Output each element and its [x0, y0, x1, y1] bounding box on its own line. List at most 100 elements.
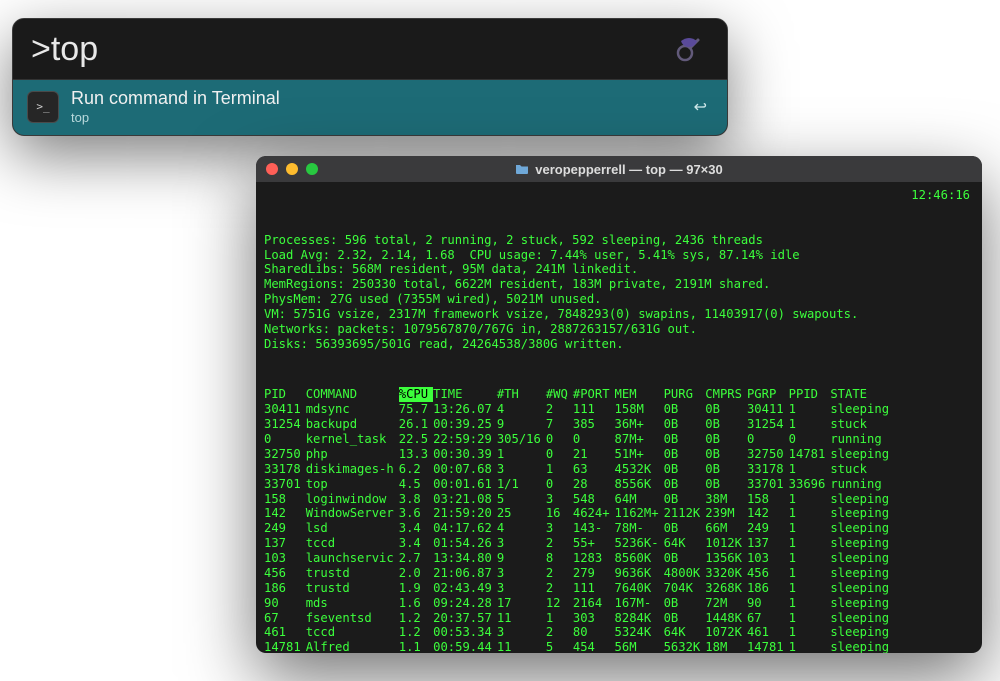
- table-cell: 03:21.08: [433, 492, 497, 507]
- table-cell: 1.9: [399, 581, 433, 596]
- column-header[interactable]: MEM: [615, 387, 664, 402]
- table-cell: 25: [497, 506, 546, 521]
- table-cell: 3: [497, 536, 546, 551]
- table-cell: 3268K: [705, 581, 747, 596]
- table-cell: 1: [789, 492, 831, 507]
- table-cell: 00:01.61: [433, 477, 497, 492]
- table-row: 137tccd3.401:54.263255+5236K-64K1012K137…: [264, 536, 894, 551]
- table-cell: 454: [573, 640, 615, 653]
- column-header[interactable]: PPID: [789, 387, 831, 402]
- top-summary-block: Processes: 596 total, 2 running, 2 stuck…: [264, 233, 974, 352]
- column-header[interactable]: %CPU: [399, 387, 433, 402]
- column-header[interactable]: PGRP: [747, 387, 789, 402]
- table-row: 32750php13.300:30.39102151M+0B0B32750147…: [264, 447, 894, 462]
- table-cell: 9: [497, 551, 546, 566]
- table-cell: 111: [573, 402, 615, 417]
- table-cell: 3: [497, 566, 546, 581]
- table-cell: 90: [747, 596, 789, 611]
- table-cell: 3: [546, 521, 573, 536]
- column-header[interactable]: TIME: [433, 387, 497, 402]
- table-cell: 7: [546, 417, 573, 432]
- table-cell: 1: [789, 625, 831, 640]
- table-cell: 00:07.68: [433, 462, 497, 477]
- top-summary-line: VM: 5751G vsize, 2317M framework vsize, …: [264, 307, 974, 322]
- table-cell: 5324K: [615, 625, 664, 640]
- table-cell: sleeping: [830, 506, 894, 521]
- table-cell: 0B: [664, 432, 706, 447]
- table-cell: 456: [264, 566, 306, 581]
- column-header[interactable]: #TH: [497, 387, 546, 402]
- column-header[interactable]: COMMAND: [306, 387, 399, 402]
- top-summary-line: Processes: 596 total, 2 running, 2 stuck…: [264, 233, 974, 248]
- table-cell: tccd: [306, 536, 399, 551]
- column-header[interactable]: #PORT: [573, 387, 615, 402]
- table-cell: 0B: [705, 462, 747, 477]
- table-cell: 20:37.57: [433, 611, 497, 626]
- table-cell: 63: [573, 462, 615, 477]
- table-row: 0kernel_task22.522:59:29305/160087M+0B0B…: [264, 432, 894, 447]
- table-cell: 11: [497, 611, 546, 626]
- table-row: 14781Alfred1.100:59.4411545456M5632K18M1…: [264, 640, 894, 653]
- launcher-search-row[interactable]: >top: [13, 19, 727, 80]
- table-row: 90mds1.609:24.2817122164167M-0B72M901sle…: [264, 596, 894, 611]
- table-cell: 11: [497, 640, 546, 653]
- column-header[interactable]: CMPRS: [705, 387, 747, 402]
- table-cell: 0B: [664, 611, 706, 626]
- close-button[interactable]: [266, 163, 278, 175]
- table-cell: sleeping: [830, 611, 894, 626]
- table-cell: 5: [497, 492, 546, 507]
- table-row: 186trustd1.902:43.49321117640K704K3268K1…: [264, 581, 894, 596]
- zoom-button[interactable]: [306, 163, 318, 175]
- table-row: 103launchservic2.713:34.809812838560K0B1…: [264, 551, 894, 566]
- table-cell: 4800K: [664, 566, 706, 581]
- table-cell: 3.8: [399, 492, 433, 507]
- table-cell: 1: [789, 506, 831, 521]
- table-cell: 0B: [705, 432, 747, 447]
- table-cell: 0B: [664, 521, 706, 536]
- table-header-row: PIDCOMMAND%CPUTIME#TH#WQ#PORTMEMPURGCMPR…: [264, 387, 894, 402]
- table-cell: 30411: [264, 402, 306, 417]
- top-summary-line: Networks: packets: 1079567870/767G in, 2…: [264, 322, 974, 337]
- table-cell: 33178: [264, 462, 306, 477]
- table-cell: sleeping: [830, 402, 894, 417]
- terminal-titlebar[interactable]: veropepperrell — top — 97×30: [256, 156, 982, 182]
- terminal-window: veropepperrell — top — 97×30 12:46:16 Pr…: [256, 156, 982, 653]
- table-cell: fseventsd: [306, 611, 399, 626]
- table-cell: mds: [306, 596, 399, 611]
- table-cell: 142: [747, 506, 789, 521]
- table-cell: 13:26.07: [433, 402, 497, 417]
- table-cell: 8: [546, 551, 573, 566]
- table-cell: 13:34.80: [433, 551, 497, 566]
- table-row: 33178diskimages-h6.200:07.6831634532K0B0…: [264, 462, 894, 477]
- column-header[interactable]: STATE: [830, 387, 894, 402]
- column-header[interactable]: #WQ: [546, 387, 573, 402]
- table-cell: 55+: [573, 536, 615, 551]
- table-cell: 4624+: [573, 506, 615, 521]
- table-cell: 21:59:20: [433, 506, 497, 521]
- terminal-content[interactable]: 12:46:16 Processes: 596 total, 2 running…: [256, 182, 982, 653]
- table-cell: 1.6: [399, 596, 433, 611]
- result-subtitle: top: [71, 110, 682, 125]
- table-row: 461tccd1.200:53.3432805324K64K1072K4611s…: [264, 625, 894, 640]
- table-cell: 1.2: [399, 611, 433, 626]
- table-cell: 461: [264, 625, 306, 640]
- table-cell: 1: [546, 462, 573, 477]
- table-cell: 137: [264, 536, 306, 551]
- column-header[interactable]: PURG: [664, 387, 706, 402]
- table-cell: 0B: [705, 447, 747, 462]
- table-cell: 167M-: [615, 596, 664, 611]
- launcher-result-item[interactable]: >_ Run command in Terminal top ↩: [13, 80, 727, 135]
- minimize-button[interactable]: [286, 163, 298, 175]
- table-cell: 8284K: [615, 611, 664, 626]
- launcher-input[interactable]: >top: [31, 30, 669, 69]
- table-cell: 0B: [705, 402, 747, 417]
- table-cell: 1/1: [497, 477, 546, 492]
- table-cell: 8560K: [615, 551, 664, 566]
- process-table: PIDCOMMAND%CPUTIME#TH#WQ#PORTMEMPURGCMPR…: [264, 387, 894, 653]
- column-header[interactable]: PID: [264, 387, 306, 402]
- table-cell: 00:59.44: [433, 640, 497, 653]
- launcher-window: >top >_ Run command in Terminal top ↩: [12, 18, 728, 136]
- table-cell: 7640K: [615, 581, 664, 596]
- table-cell: sleeping: [830, 447, 894, 462]
- table-cell: 18M: [705, 640, 747, 653]
